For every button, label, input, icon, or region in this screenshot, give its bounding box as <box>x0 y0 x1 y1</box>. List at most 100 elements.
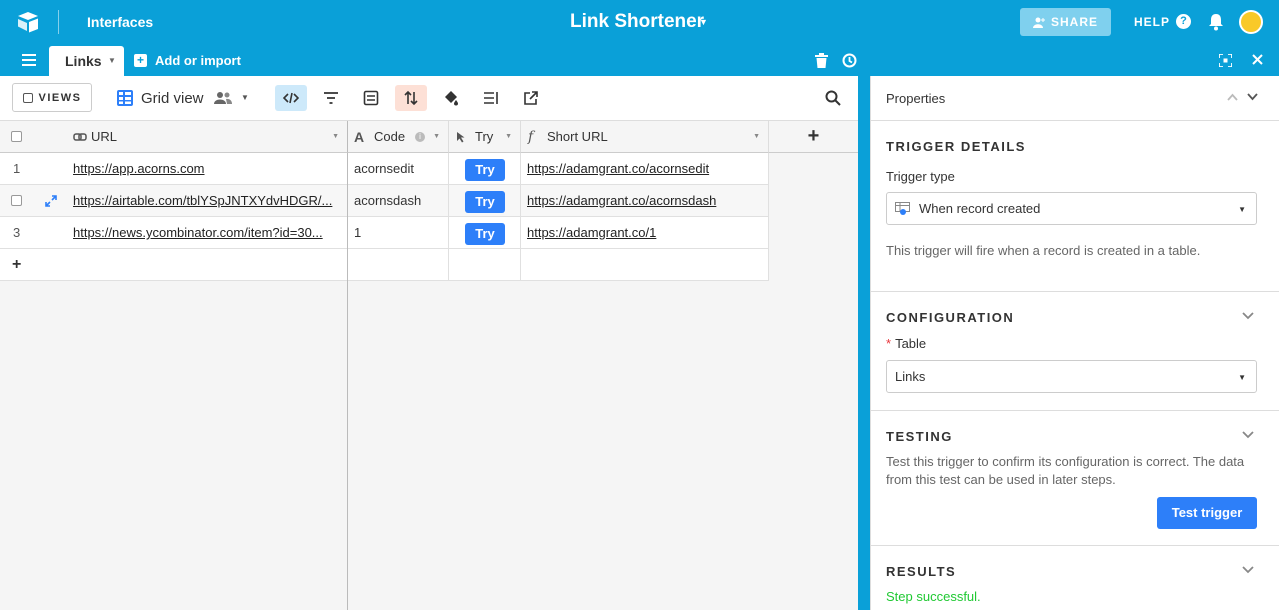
table-row[interactable]: 1 https://app.acorns.com acornsedit Try … <box>0 153 769 185</box>
column-header-url[interactable]: URL ▼ <box>63 121 348 153</box>
filter-icon <box>324 92 338 104</box>
expand-record-icon[interactable] <box>45 195 57 207</box>
chevron-down-icon[interactable] <box>1242 566 1254 574</box>
share-button[interactable]: SHARE <box>1020 8 1111 36</box>
base-title[interactable]: Link Shortener <box>570 11 704 33</box>
views-label: VIEWS <box>38 91 82 104</box>
search-icon[interactable] <box>825 90 841 106</box>
url-cell[interactable]: https://app.acorns.com <box>73 153 341 185</box>
close-icon[interactable] <box>1252 54 1263 65</box>
properties-panel: Properties TRIGGER DETAILS Trigger type … <box>870 76 1279 610</box>
section-heading: TRIGGER DETAILS <box>886 139 1026 154</box>
info-icon[interactable]: i <box>415 132 425 142</box>
table-label-text: Table <box>895 336 927 351</box>
table-row[interactable]: https://airtable.com/tblYSpJNTXYdvHDGR/.… <box>0 185 769 217</box>
filter-button[interactable] <box>315 85 347 111</box>
chevron-down-icon[interactable]: ▼ <box>108 56 116 65</box>
add-or-import-button[interactable]: + Add or import <box>134 53 241 68</box>
view-name[interactable]: Grid view <box>141 90 204 107</box>
required-mark: * <box>886 336 892 351</box>
trigger-type-value: When record created <box>919 201 1041 216</box>
sort-button[interactable] <box>395 85 427 111</box>
code-cell[interactable]: acornsdash <box>354 185 444 217</box>
share-view-button[interactable] <box>515 85 547 111</box>
cursor-icon <box>457 132 465 143</box>
top-bar: Interfaces Link Shortener ▼ SHARE HELP ? <box>0 0 1279 44</box>
trash-icon[interactable] <box>815 53 828 68</box>
chevron-down-icon[interactable]: ▼ <box>241 93 249 102</box>
trigger-type-select[interactable]: When record created ▼ <box>886 192 1257 225</box>
try-button[interactable]: Try <box>465 159 505 181</box>
column-label: Short URL <box>547 129 608 144</box>
short-url-cell[interactable]: https://adamgrant.co/1 <box>527 217 763 249</box>
plus-icon: + <box>134 54 147 67</box>
column-header-try[interactable]: Try ▼ <box>449 121 521 153</box>
color-button[interactable] <box>435 85 467 111</box>
add-field-button[interactable]: + <box>769 121 858 153</box>
tab-links[interactable]: Links ▼ <box>49 46 124 76</box>
paint-bucket-icon <box>445 91 458 106</box>
chevron-down-icon[interactable]: ▼ <box>753 133 760 140</box>
status-message: Step successful. <box>886 589 981 604</box>
code-cell[interactable]: acornsedit <box>354 153 444 185</box>
sidebar-icon <box>22 92 33 103</box>
url-cell[interactable]: https://airtable.com/tblYSpJNTXYdvHDGR/.… <box>73 185 341 217</box>
chevron-down-icon[interactable] <box>1247 93 1258 101</box>
external-link-icon <box>524 91 538 105</box>
short-url-cell[interactable]: https://adamgrant.co/acornsedit <box>527 153 763 185</box>
plus-icon[interactable]: + <box>12 249 21 281</box>
history-icon[interactable] <box>842 53 857 68</box>
chevron-up-icon[interactable] <box>1227 93 1238 101</box>
code-cell[interactable]: 1 <box>354 217 444 249</box>
record-created-icon <box>895 201 910 215</box>
add-import-label: Add or import <box>155 53 241 68</box>
row-height-button[interactable] <box>475 85 507 111</box>
column-divider <box>520 153 521 281</box>
avatar[interactable] <box>1239 10 1263 34</box>
url-cell[interactable]: https://news.ycombinator.com/item?id=30.… <box>73 217 341 249</box>
section-heading: RESULTS <box>886 564 957 579</box>
table-row[interactable]: 3 https://news.ycombinator.com/item?id=3… <box>0 217 769 249</box>
formula-field-icon: f <box>528 128 534 145</box>
interfaces-link[interactable]: Interfaces <box>87 14 153 30</box>
table-select[interactable]: Links ▼ <box>886 360 1257 393</box>
bell-icon[interactable] <box>1208 13 1224 31</box>
tab-label: Links <box>65 53 102 69</box>
try-button[interactable]: Try <box>465 191 505 213</box>
chevron-down-icon[interactable] <box>1242 312 1254 320</box>
menu-icon[interactable] <box>22 54 36 66</box>
row-number: 3 <box>13 225 21 240</box>
column-label: Code <box>374 129 406 144</box>
chevron-down-icon[interactable]: ▼ <box>505 133 512 140</box>
share-label: SHARE <box>1050 15 1098 29</box>
airtable-logo-icon[interactable] <box>16 11 40 33</box>
column-header-short-url[interactable]: f Short URL ▼ <box>521 121 769 153</box>
views-button[interactable]: VIEWS <box>12 83 92 112</box>
configuration-section: CONFIGURATION * Table Links ▼ <box>871 292 1279 411</box>
chevron-down-icon[interactable]: ▼ <box>332 133 339 140</box>
chevron-down-icon[interactable]: ▼ <box>699 17 708 27</box>
row-checkbox[interactable] <box>11 195 22 206</box>
column-header-code[interactable]: A Code i ▼ <box>348 121 449 153</box>
help-link[interactable]: HELP <box>1134 15 1170 29</box>
expand-icon[interactable] <box>1219 54 1232 67</box>
try-button[interactable]: Try <box>465 223 505 245</box>
test-trigger-button[interactable]: Test trigger <box>1157 497 1257 529</box>
trigger-description: This trigger will fire when a record is … <box>886 243 1201 258</box>
hide-fields-button[interactable] <box>275 85 307 111</box>
column-divider <box>448 153 449 281</box>
question-icon[interactable]: ? <box>1176 14 1191 29</box>
select-all-checkbox[interactable] <box>11 131 22 142</box>
chevron-down-icon[interactable] <box>1242 431 1254 439</box>
column-label: URL <box>91 129 118 144</box>
testing-section: TESTING Test this trigger to confirm its… <box>871 411 1279 546</box>
code-icon <box>283 92 299 104</box>
column-label: Try <box>475 129 494 144</box>
panel-header: Properties <box>871 76 1279 121</box>
table-value: Links <box>895 369 926 384</box>
add-row-button[interactable]: + <box>0 249 769 281</box>
short-url-cell[interactable]: https://adamgrant.co/acornsdash <box>527 185 763 217</box>
chevron-down-icon[interactable]: ▼ <box>433 133 440 140</box>
row-height-icon <box>484 92 498 104</box>
group-button[interactable] <box>355 85 387 111</box>
